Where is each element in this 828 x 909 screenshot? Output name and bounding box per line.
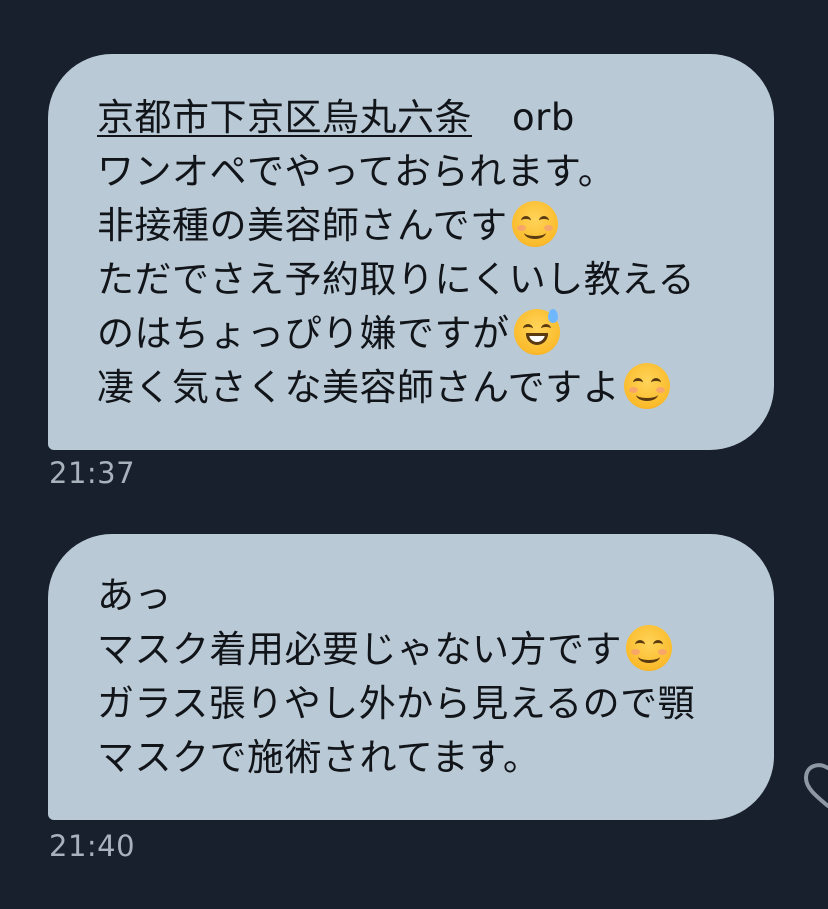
smiling-face-icon — [626, 625, 672, 671]
message-text: 非接種の美容師さんです — [97, 204, 508, 247]
grinning-sweat-icon — [513, 309, 560, 355]
message-text: orb — [512, 96, 575, 139]
message-line: ただでさえ予約取りにくいし教える — [97, 258, 696, 301]
message-line: のはちょっぴり嫌ですが — [97, 307, 734, 361]
message-line: 凄く気さくな美容師さんですよ — [97, 361, 734, 415]
message-text: 凄く気さくな美容師さんですよ — [97, 366, 621, 409]
message-line: 非接種の美容師さんです — [97, 199, 734, 253]
message-text: のはちょっぴり嫌ですが — [97, 312, 510, 355]
message-line: 京都市下京区烏丸六条 orb — [97, 91, 734, 145]
message-line: あっ — [97, 574, 172, 617]
heart-outline-icon[interactable] — [803, 758, 828, 814]
message-line: ワンオペでやっておられます。 — [97, 150, 616, 193]
smiling-face-icon — [511, 201, 558, 247]
message-text: マスク着用必要じゃない方です — [97, 628, 622, 671]
message-line: マスクで施術されてます。 — [97, 736, 541, 779]
message-line: マスク着用必要じゃない方です — [97, 623, 734, 677]
message-timestamp: 21:40 — [49, 829, 136, 863]
message-timestamp: 21:37 — [49, 456, 136, 490]
message-bubble[interactable]: 京都市下京区烏丸六条 orb ワンオペでやっておられます。 非接種の美容師さんです… — [48, 54, 774, 450]
location-link[interactable]: 京都市下京区烏丸六条 — [97, 96, 472, 139]
message-line: ガラス張りやし外から見えるので顎 — [97, 682, 696, 725]
message-bubble[interactable]: あっ マスク着用必要じゃない方です ガラス張りやし外から見えるので顎 マスクで施… — [48, 534, 774, 820]
smiling-face-icon — [624, 363, 671, 409]
